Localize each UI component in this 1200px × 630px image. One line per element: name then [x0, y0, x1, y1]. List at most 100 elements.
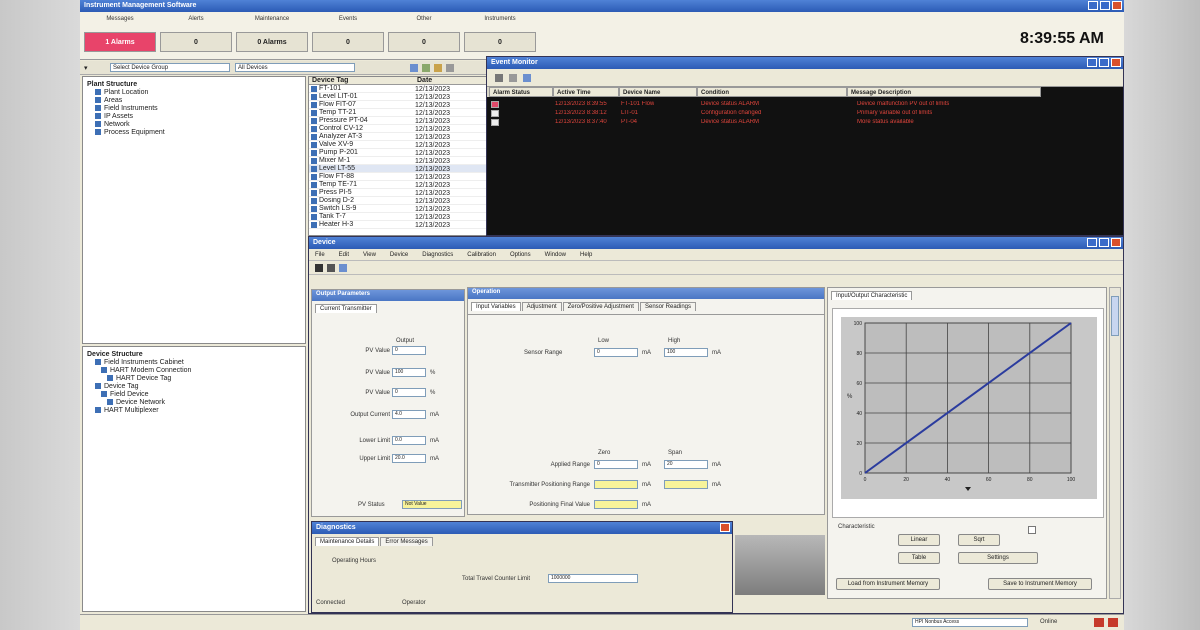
table-row[interactable]: Press PI-5 12/13/2023 — [309, 189, 487, 197]
menu-item[interactable]: Diagnostics — [422, 252, 453, 258]
maximize-button[interactable] — [1099, 58, 1109, 67]
table-row[interactable]: Analyzer AT-3 12/13/2023 — [309, 133, 487, 141]
save-icon[interactable] — [315, 264, 323, 272]
zero-field[interactable] — [594, 500, 638, 509]
menu-item[interactable]: Options — [510, 252, 531, 258]
tree-item[interactable]: Device Network — [95, 399, 301, 407]
tree-item[interactable]: Process Equipment — [95, 129, 301, 137]
table-row[interactable]: FT-101 12/13/2023 — [309, 85, 487, 93]
zero-field[interactable]: 0 — [594, 460, 638, 469]
sensor-range-high[interactable]: 100 — [664, 348, 708, 357]
tab-maintenance-details[interactable]: Maintenance Details — [315, 537, 380, 546]
linear-button[interactable]: Linear — [898, 534, 940, 546]
output-field-input[interactable]: 0 — [392, 388, 426, 397]
print-icon[interactable] — [495, 74, 503, 82]
filter-icon[interactable] — [422, 64, 430, 72]
alarm-status-icon[interactable] — [491, 101, 499, 108]
span-field[interactable] — [664, 480, 708, 489]
maximize-button[interactable] — [1100, 1, 1110, 10]
maximize-button[interactable] — [1099, 238, 1109, 247]
table-row[interactable]: Dosing D-2 12/13/2023 — [309, 197, 487, 205]
option-checkbox[interactable] — [1028, 526, 1036, 534]
load-memory-button[interactable]: Load from Instrument Memory — [836, 578, 940, 590]
tree-item[interactable]: Field Instruments Cabinet — [95, 359, 301, 367]
status-col-value[interactable]: 0 — [388, 32, 460, 52]
open-icon[interactable] — [327, 264, 335, 272]
close-button[interactable] — [1111, 58, 1121, 67]
tree-item[interactable]: HART Modem Connection — [95, 367, 301, 375]
tab-operation[interactable]: Adjustment — [521, 302, 562, 311]
status-col-value[interactable]: 1 Alarms — [84, 32, 156, 52]
table-row[interactable]: Pressure PT-04 12/13/2023 — [309, 117, 487, 125]
table-row[interactable]: Tank T-7 12/13/2023 — [309, 213, 487, 221]
status-col-value[interactable]: 0 Alarms — [236, 32, 308, 52]
table-row[interactable]: Level LT-55 12/13/2023 — [309, 165, 487, 173]
menu-item[interactable]: Edit — [339, 252, 349, 258]
output-field-input[interactable]: 20.0 — [392, 454, 426, 463]
output-field-input[interactable]: 4.0 — [392, 410, 426, 419]
status-col-value[interactable]: 0 — [160, 32, 232, 52]
sensor-range-low[interactable]: 0 — [594, 348, 638, 357]
table-row[interactable]: Control CV-12 12/13/2023 — [309, 125, 487, 133]
menu-item[interactable]: File — [315, 252, 325, 258]
scrollbar-thumb[interactable] — [1111, 296, 1119, 336]
tree-item[interactable]: HART Device Tag — [95, 375, 301, 383]
event-col-header[interactable]: Device Name — [619, 87, 697, 97]
col-header-date[interactable]: Date — [417, 77, 432, 84]
tree-item[interactable]: IP Assets — [95, 113, 301, 121]
event-col-header[interactable]: Alarm Status — [489, 87, 553, 97]
output-field-input[interactable]: 0.0 — [392, 436, 426, 445]
settings-icon[interactable] — [446, 64, 454, 72]
upload-icon[interactable] — [339, 264, 347, 272]
sqrt-button[interactable]: Sqrt — [958, 534, 1000, 546]
tab-operation[interactable]: Zero/Positive Adjustment — [562, 302, 639, 311]
col-header-tag[interactable]: Device Tag — [309, 77, 417, 84]
tab-operation[interactable]: Input Variables — [471, 302, 521, 311]
status-col-value[interactable]: 0 — [312, 32, 384, 52]
travel-counter-field[interactable]: 1000000 — [548, 574, 638, 583]
minimize-button[interactable] — [1088, 1, 1098, 10]
menu-item[interactable]: Help — [580, 252, 592, 258]
tab-current-transmitter[interactable]: Current Transmitter — [315, 304, 377, 313]
save-memory-button[interactable]: Save to Instrument Memory — [988, 578, 1092, 590]
vertical-scrollbar[interactable] — [1109, 287, 1121, 599]
close-button[interactable] — [1111, 238, 1121, 247]
close-button[interactable] — [1112, 1, 1122, 10]
menu-item[interactable]: Window — [545, 252, 566, 258]
settings-button[interactable]: Settings — [958, 552, 1038, 564]
filter-icon[interactable] — [509, 74, 517, 82]
tree-item[interactable]: Network — [95, 121, 301, 129]
table-row[interactable]: Flow FT-88 12/13/2023 — [309, 173, 487, 181]
tab-operation[interactable]: Sensor Readings — [639, 302, 697, 311]
tab-error-messages[interactable]: Error Messages — [380, 537, 433, 546]
tree-item[interactable]: Field Device — [95, 391, 301, 399]
span-field[interactable]: 20 — [664, 460, 708, 469]
tab-io-characteristic[interactable]: Input/Output Characteristic — [831, 291, 913, 300]
minimize-button[interactable] — [1087, 238, 1097, 247]
output-field-input[interactable]: 100 — [392, 368, 426, 377]
table-row[interactable]: Level LIT-01 12/13/2023 — [309, 93, 487, 101]
table-row[interactable]: Temp TE-71 12/13/2023 — [309, 181, 487, 189]
table-row[interactable]: Flow FIT-07 12/13/2023 — [309, 101, 487, 109]
tree-item[interactable]: Plant Location — [95, 89, 301, 97]
event-col-header[interactable]: Active Time — [553, 87, 619, 97]
table-row[interactable]: Temp TT-21 12/13/2023 — [309, 109, 487, 117]
output-field-input[interactable]: 0 — [392, 346, 426, 355]
table-row[interactable]: Heater H-3 12/13/2023 — [309, 221, 487, 229]
acknowledge-icon[interactable] — [523, 74, 531, 82]
table-row[interactable]: Valve XV-9 12/13/2023 — [309, 141, 487, 149]
event-col-header[interactable]: Message Description — [847, 87, 1041, 97]
alarm-status-icon[interactable] — [491, 119, 499, 126]
dropdown-arrow-icon[interactable]: ▾ — [84, 64, 88, 72]
tree-item[interactable]: HART Multiplexer — [95, 407, 301, 415]
minimize-button[interactable] — [1087, 58, 1097, 67]
tree-item[interactable]: Field Instruments — [95, 105, 301, 113]
device-filter-select[interactable]: All Devices — [235, 63, 355, 72]
status-col-value[interactable]: 0 — [464, 32, 536, 52]
refresh-icon[interactable] — [410, 64, 418, 72]
menu-item[interactable]: Device — [390, 252, 408, 258]
device-group-select[interactable]: Select Device Group — [110, 63, 230, 72]
close-button[interactable] — [720, 523, 730, 532]
tree-item[interactable]: Areas — [95, 97, 301, 105]
menu-item[interactable]: View — [363, 252, 376, 258]
